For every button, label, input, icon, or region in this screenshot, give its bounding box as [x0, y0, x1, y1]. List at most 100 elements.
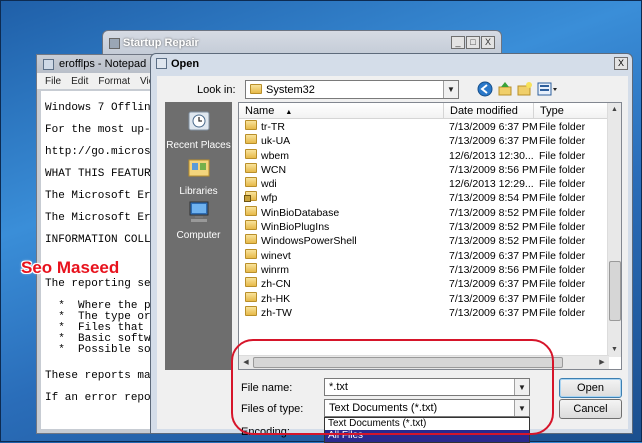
folder-icon [245, 134, 257, 148]
column-type[interactable]: Type [534, 103, 609, 119]
scroll-right-icon[interactable]: ▶ [595, 356, 609, 369]
file-type: File folder [539, 121, 586, 133]
open-button[interactable]: Open [559, 378, 622, 398]
list-item[interactable]: zh-HK 7/13/2009 6:37 PM File folder [239, 291, 609, 306]
look-in-dropdown[interactable]: System32 ▼ [245, 80, 459, 99]
vertical-scrollbar[interactable]: ▲ ▼ [607, 103, 621, 357]
folder-icon [245, 248, 257, 263]
file-type: File folder [539, 135, 586, 148]
scroll-up-icon[interactable]: ▲ [608, 103, 621, 117]
file-name-label: File name: [241, 382, 293, 394]
encoding-label: Encoding: [241, 426, 290, 438]
list-item[interactable]: wdi 12/6/2013 12:29... File folder [239, 177, 609, 191]
file-date: 12/6/2013 12:30... [449, 149, 534, 162]
chevron-down-icon[interactable]: ▼ [443, 81, 458, 98]
scroll-down-icon[interactable]: ▼ [608, 343, 621, 357]
place-computer[interactable]: Computer [165, 200, 232, 241]
startup-repair-title: Startup Repair [123, 37, 199, 49]
scroll-thumb[interactable] [253, 357, 563, 368]
list-item[interactable]: WindowsPowerShell 7/13/2009 8:52 PM File f… [239, 234, 609, 248]
file-date: 7/13/2009 8:52 PM [449, 206, 538, 219]
libraries-icon [188, 159, 209, 177]
file-name: WinBioPlugIns [261, 221, 330, 234]
notepad-title: erofflps - Notepad [59, 58, 147, 70]
folder-icon [245, 177, 257, 191]
list-item[interactable]: zh-CN 7/13/2009 6:37 PM File folder [239, 277, 609, 291]
up-folder-icon[interactable] [497, 81, 513, 97]
file-name: WindowsPowerShell [261, 235, 357, 248]
menu-edit[interactable]: Edit [71, 76, 88, 87]
back-arrow-icon[interactable] [477, 81, 493, 97]
file-date: 7/13/2009 6:37 PM [449, 135, 538, 148]
notepad-icon [43, 59, 54, 70]
list-item[interactable]: WinBioDatabase 7/13/2009 8:52 PM File fold… [239, 205, 609, 220]
folder-icon [245, 220, 257, 234]
file-date: 7/13/2009 6:37 PM [449, 278, 538, 291]
look-in-label: Look in: [197, 84, 236, 96]
column-date-modified[interactable]: Date modified [444, 103, 534, 119]
place-label: Recent Places [166, 140, 231, 151]
folder-icon [245, 148, 257, 163]
list-item[interactable]: winrm 7/13/2009 8:56 PM File folder [239, 262, 609, 277]
file-name: winevt [261, 249, 291, 262]
menu-format[interactable]: Format [98, 76, 130, 87]
open-dialog-icon [156, 58, 167, 69]
startup-repair-icon [109, 38, 120, 49]
option-text-documents[interactable]: Text Documents (*.txt) [325, 418, 529, 430]
file-date: 7/13/2009 6:37 PM [449, 292, 538, 305]
view-menu-icon[interactable] [537, 81, 559, 97]
file-name: zh-HK [261, 292, 291, 305]
place-libraries[interactable]: Libraries [165, 156, 232, 197]
list-item[interactable]: uk-UA 7/13/2009 6:37 PM File folder [239, 134, 609, 148]
file-type: File folder [539, 192, 586, 205]
column-name[interactable]: Name ▲ [239, 103, 444, 119]
list-item[interactable]: zh-TW 7/13/2009 6:37 PM File folder [239, 305, 609, 320]
file-name-field[interactable]: *.txt ▼ [324, 378, 530, 396]
file-date: 7/13/2009 8:52 PM [449, 221, 538, 234]
option-all-files[interactable]: All Files [325, 430, 529, 442]
file-date: 7/13/2009 6:37 PM [449, 121, 538, 133]
menu-file[interactable]: File [45, 76, 61, 87]
chevron-down-icon[interactable]: ▼ [514, 379, 529, 395]
file-name: winrm [261, 263, 289, 276]
folder-icon [245, 205, 257, 220]
list-item[interactable]: wfp 7/13/2009 8:54 PM File folder [239, 191, 609, 205]
open-dialog-titlebar[interactable]: Open X [151, 54, 632, 74]
sort-arrow-icon: ▲ [285, 109, 293, 116]
folder-icon [245, 305, 257, 320]
list-item[interactable]: WinBioPlugIns 7/13/2009 8:52 PM File folde… [239, 220, 609, 234]
maximize-button[interactable]: □ [466, 36, 480, 49]
file-type: File folder [539, 306, 586, 319]
file-name: uk-UA [261, 135, 291, 148]
list-item[interactable]: WCN 7/13/2009 8:56 PM File folder [239, 162, 609, 177]
list-item[interactable]: wbem 12/6/2013 12:30... File folder [239, 148, 609, 163]
file-list[interactable]: Name ▲ Date modified Type tr-TR 7/13/2009… [238, 102, 622, 370]
files-of-type-options[interactable]: Text Documents (*.txt) All Files [324, 417, 530, 443]
startup-repair-window-controls: _ □ X [451, 36, 495, 49]
files-of-type-label: Files of type: [241, 403, 304, 415]
list-item[interactable]: winevt 7/13/2009 6:37 PM File folder [239, 248, 609, 263]
file-name: wbem [261, 149, 290, 162]
close-button[interactable]: X [614, 57, 628, 70]
list-item[interactable]: tr-TR 7/13/2009 6:37 PM File folder [239, 120, 609, 134]
minimize-button[interactable]: _ [451, 36, 465, 49]
scroll-thumb[interactable] [609, 261, 621, 321]
file-type: File folder [539, 278, 586, 291]
folder-icon [245, 277, 257, 291]
scroll-left-icon[interactable]: ◀ [239, 356, 253, 369]
cancel-button[interactable]: Cancel [559, 399, 622, 419]
file-name: WCN [261, 163, 287, 176]
file-name: zh-CN [261, 278, 291, 291]
horizontal-scrollbar[interactable]: ◀ ▶ [239, 355, 609, 369]
watermark-text: Seo Maseed [21, 258, 120, 277]
chevron-down-icon[interactable]: ▼ [514, 400, 529, 416]
new-folder-icon[interactable] [517, 81, 533, 97]
file-type: File folder [539, 149, 586, 162]
place-recent-places[interactable]: Recent Places [165, 110, 232, 151]
close-button[interactable]: X [481, 36, 495, 49]
file-rows: tr-TR 7/13/2009 6:37 PM File folder uk-UA 7… [239, 120, 609, 320]
folder-icon [245, 262, 257, 277]
files-of-type-dropdown[interactable]: Text Documents (*.txt) ▼ [324, 399, 530, 417]
file-name: WinBioDatabase [261, 206, 340, 219]
file-date: 7/13/2009 8:54 PM [449, 192, 538, 205]
